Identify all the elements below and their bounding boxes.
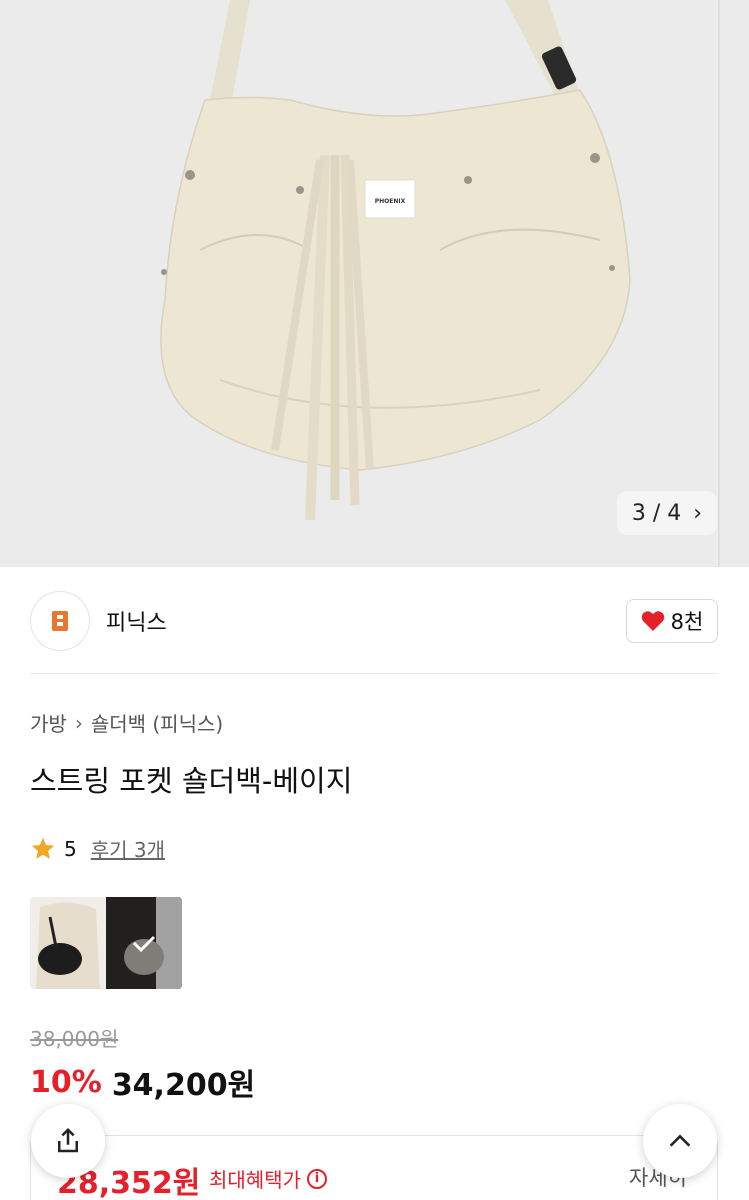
breadcrumb-subcategory[interactable]: 숄더백 (피닉스) xyxy=(91,708,223,737)
breadcrumb: 가방 › 숄더백 (피닉스) xyxy=(30,708,223,737)
divider xyxy=(30,673,718,674)
brand-row[interactable]: 피닉스 8천 xyxy=(30,591,720,651)
share-button[interactable] xyxy=(31,1104,105,1178)
product-image-gallery[interactable]: PHOENIX 3 / 4 › xyxy=(0,0,749,567)
star-icon xyxy=(31,837,55,859)
breadcrumb-category[interactable]: 가방 xyxy=(30,708,67,737)
color-option-beige[interactable] xyxy=(106,897,182,989)
like-count: 8천 xyxy=(670,610,704,634)
rating-row: 5 후기 3개 xyxy=(30,834,165,863)
chevron-right-icon: › xyxy=(74,710,83,735)
benefit-label-group: 최대혜택가 i xyxy=(209,1164,327,1193)
chevron-right-icon: › xyxy=(693,500,703,526)
chevron-up-icon xyxy=(669,1134,691,1147)
bag-logo-text: PHOENIX xyxy=(375,198,406,205)
next-image-edge xyxy=(715,0,721,567)
share-icon xyxy=(58,1127,78,1153)
benefit-label: 최대혜택가 xyxy=(209,1168,301,1192)
product-title: 스트링 포켓 숄더백-베이지 xyxy=(30,764,353,798)
max-benefit-box[interactable]: 28,352원 최대혜택가 i 자세히 xyxy=(30,1135,718,1200)
color-option-black[interactable] xyxy=(30,897,106,989)
original-price: 38,000원 xyxy=(30,1027,119,1051)
brand-name[interactable]: 피닉스 xyxy=(106,605,167,637)
price-row: 10% 34,200원 xyxy=(30,1060,255,1104)
brand-logo-icon[interactable] xyxy=(30,591,90,651)
info-icon[interactable]: i xyxy=(307,1168,327,1189)
image-counter-text: 3 / 4 xyxy=(631,500,682,526)
scroll-top-button[interactable] xyxy=(643,1104,717,1178)
discount-rate: 10% xyxy=(30,1064,102,1100)
color-options xyxy=(30,897,182,989)
sale-price: 34,200원 xyxy=(111,1068,256,1103)
reviews-link[interactable]: 후기 3개 xyxy=(91,834,165,863)
like-button[interactable]: 8천 xyxy=(626,599,718,643)
product-image: PHOENIX xyxy=(0,0,749,567)
rating-score: 5 xyxy=(64,836,77,861)
image-counter[interactable]: 3 / 4 › xyxy=(617,491,717,535)
heart-icon xyxy=(641,611,664,631)
